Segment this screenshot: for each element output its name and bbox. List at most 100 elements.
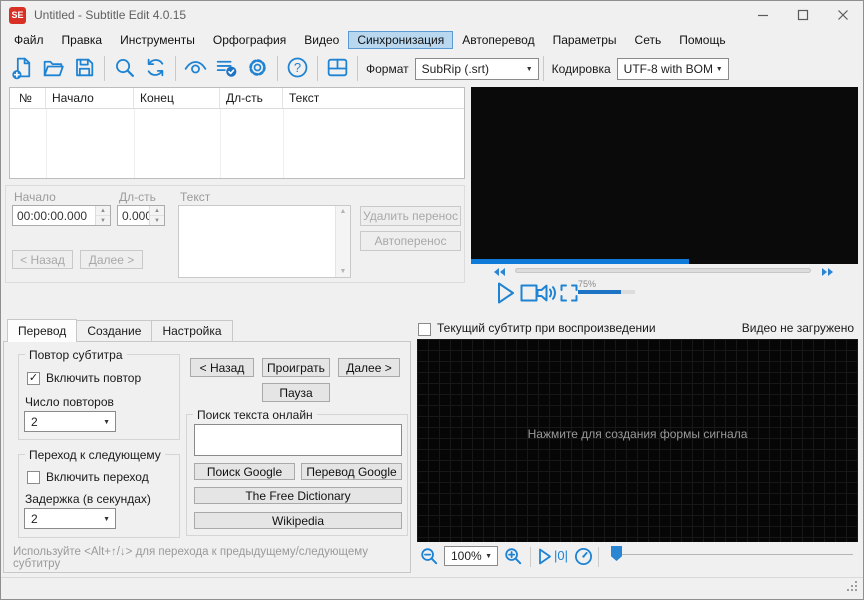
next-subtitle-button[interactable]: Далее > bbox=[80, 250, 143, 269]
enable-repeat-checkbox[interactable] bbox=[27, 372, 40, 385]
waveform-toolbar: 100% ▼ |0| bbox=[417, 544, 858, 570]
zoom-out-icon[interactable] bbox=[419, 546, 440, 570]
volume-slider[interactable] bbox=[578, 290, 635, 294]
menu-item-edit[interactable]: Правка bbox=[53, 31, 112, 49]
delay-combobox[interactable]: 2 ▼ bbox=[24, 508, 116, 529]
repeat-groupbox: Повтор субтитра Включить повтор Число по… bbox=[18, 348, 180, 440]
waveform-area[interactable]: Нажмите для создания формы сигнала bbox=[417, 339, 858, 542]
pause-button[interactable]: Пауза bbox=[262, 383, 330, 402]
window-title: Untitled - Subtitle Edit 4.0.15 bbox=[34, 8, 187, 22]
menu-item-network[interactable]: Сеть bbox=[626, 31, 671, 49]
open-file-button[interactable] bbox=[38, 53, 69, 84]
tab-translate[interactable]: Перевод bbox=[7, 319, 78, 342]
save-button[interactable] bbox=[69, 53, 100, 84]
online-search-input[interactable] bbox=[194, 424, 402, 456]
wikipedia-button[interactable]: Wikipedia bbox=[194, 512, 402, 529]
repeat-count-combobox[interactable]: 2 ▼ bbox=[24, 411, 116, 432]
show-current-subtitle-label: Текущий субтитр при воспроизведении bbox=[437, 321, 656, 335]
scroll-down-icon[interactable]: ▼ bbox=[340, 268, 347, 275]
volume-icon[interactable] bbox=[534, 281, 560, 308]
choose-layout-button[interactable] bbox=[322, 53, 353, 84]
free-dictionary-button[interactable]: The Free Dictionary bbox=[194, 487, 402, 504]
google-search-button[interactable]: Поиск Google bbox=[194, 463, 295, 480]
show-current-subtitle-checkbox[interactable] bbox=[418, 323, 431, 336]
seek-back-icon[interactable] bbox=[493, 266, 506, 280]
column-header-start[interactable]: Начало bbox=[46, 88, 134, 108]
column-header-number[interactable]: № bbox=[10, 88, 46, 108]
previous-subtitle-button[interactable]: < Назад bbox=[12, 250, 73, 269]
waveform-play-icon[interactable] bbox=[536, 547, 553, 569]
column-divider bbox=[46, 109, 47, 178]
subtitle-text-area[interactable]: ▲ ▼ bbox=[178, 205, 351, 278]
volume-fill bbox=[578, 290, 621, 294]
menu-item-file[interactable]: Файл bbox=[5, 31, 53, 49]
replace-button[interactable] bbox=[140, 53, 171, 84]
format-label: Формат bbox=[366, 61, 409, 76]
subtitle-list[interactable]: № Начало Конец Дл-сть Текст bbox=[9, 87, 465, 179]
chevron-down-icon: ▼ bbox=[525, 65, 533, 73]
waveform-zoom-combobox[interactable]: 100% ▼ bbox=[444, 546, 498, 566]
menu-item-synchronization[interactable]: Синхронизация bbox=[348, 30, 454, 49]
menu-item-tools[interactable]: Инструменты bbox=[111, 31, 204, 49]
spin-down-icon[interactable]: ▼ bbox=[96, 216, 110, 225]
zoom-in-icon[interactable] bbox=[503, 546, 524, 570]
duration-label: Дл-сть bbox=[119, 190, 156, 204]
new-file-icon bbox=[10, 55, 35, 83]
scrollbar[interactable]: ▲ ▼ bbox=[335, 206, 350, 277]
spinner-arrows[interactable]: ▲ ▼ bbox=[149, 206, 164, 225]
play-icon[interactable] bbox=[493, 280, 517, 309]
column-header-end[interactable]: Конец bbox=[134, 88, 220, 108]
remove-line-break-button[interactable]: Удалить перенос bbox=[360, 206, 461, 226]
close-button[interactable] bbox=[823, 1, 863, 29]
video-seek-bar[interactable] bbox=[515, 268, 811, 273]
help-button[interactable]: ? bbox=[282, 53, 313, 84]
spin-up-icon[interactable]: ▲ bbox=[150, 206, 164, 216]
replace-icon bbox=[143, 55, 168, 83]
go-to-next-group-title: Переход к следующему bbox=[25, 448, 165, 462]
tab-adjust[interactable]: Настройка bbox=[151, 320, 233, 342]
encoding-combobox[interactable]: UTF-8 with BOM ▼ bbox=[616, 57, 729, 80]
format-combobox[interactable]: SubRip (.srt) ▼ bbox=[414, 57, 539, 80]
video-display[interactable] bbox=[471, 87, 858, 264]
scroll-up-icon[interactable]: ▲ bbox=[340, 208, 347, 215]
spinner-arrows[interactable]: ▲ ▼ bbox=[95, 206, 110, 225]
resize-grip-icon[interactable] bbox=[846, 580, 859, 596]
auto-break-button[interactable]: Автоперенос bbox=[360, 231, 461, 251]
delay-label: Задержка (в секундах) bbox=[25, 492, 151, 506]
waveform-position-slider[interactable] bbox=[613, 554, 853, 555]
menu-item-video[interactable]: Видео bbox=[295, 31, 348, 49]
spin-up-icon[interactable]: ▲ bbox=[96, 206, 110, 216]
go-to-zero-button[interactable]: |0| bbox=[554, 548, 568, 563]
visual-sync-button[interactable] bbox=[180, 53, 211, 84]
menu-item-help[interactable]: Помощь bbox=[670, 31, 734, 49]
back-button[interactable]: < Назад bbox=[190, 358, 254, 377]
window-controls bbox=[743, 1, 863, 29]
new-file-button[interactable] bbox=[7, 53, 38, 84]
maximize-button[interactable] bbox=[783, 1, 823, 29]
search-icon bbox=[112, 55, 137, 83]
spell-check-button[interactable] bbox=[211, 53, 242, 84]
settings-button[interactable] bbox=[242, 53, 273, 84]
svg-text:?: ? bbox=[294, 60, 301, 75]
forward-button[interactable]: Далее > bbox=[338, 358, 400, 377]
toolbar-separator bbox=[530, 547, 531, 567]
encoding-value: UTF-8 with BOM bbox=[623, 61, 713, 76]
column-header-duration[interactable]: Дл-сть bbox=[220, 88, 283, 108]
menu-item-auto-translate[interactable]: Автоперевод bbox=[453, 31, 543, 49]
playback-speed-icon[interactable] bbox=[573, 546, 594, 570]
menu-item-spelling[interactable]: Орфография bbox=[204, 31, 295, 49]
column-header-text[interactable]: Текст bbox=[283, 88, 464, 108]
enable-go-to-next-checkbox[interactable] bbox=[27, 471, 40, 484]
google-translate-button[interactable]: Перевод Google bbox=[301, 463, 402, 480]
find-button[interactable] bbox=[109, 53, 140, 84]
start-time-field[interactable]: 00:00:00.000 ▲ ▼ bbox=[12, 205, 111, 226]
tab-create[interactable]: Создание bbox=[76, 320, 153, 342]
menu-item-options[interactable]: Параметры bbox=[544, 31, 626, 49]
fullscreen-icon[interactable] bbox=[559, 283, 579, 306]
minimize-button[interactable] bbox=[743, 1, 783, 29]
play-current-button[interactable]: Проиграть bbox=[262, 358, 330, 377]
spin-down-icon[interactable]: ▼ bbox=[150, 216, 164, 225]
seek-forward-icon[interactable] bbox=[821, 266, 834, 280]
duration-field[interactable]: 0.000 ▲ ▼ bbox=[117, 205, 165, 226]
waveform-placeholder[interactable]: Нажмите для создания формы сигнала bbox=[417, 427, 858, 441]
